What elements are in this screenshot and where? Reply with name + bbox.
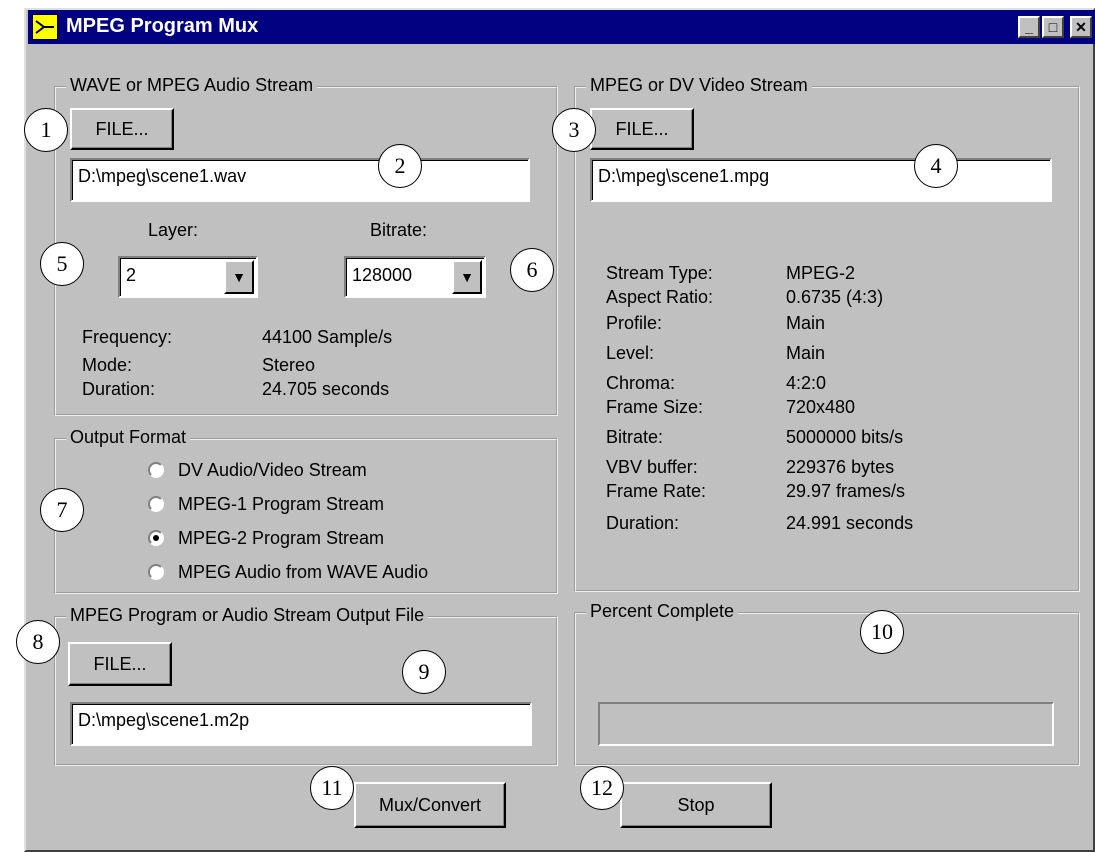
callout-marker: 3 <box>552 108 596 152</box>
video-info-value: MPEG-2 <box>786 263 856 283</box>
close-button[interactable]: ✕ <box>1070 16 1092 38</box>
video-info-label: Profile: <box>606 313 663 333</box>
callout-marker: 9 <box>402 650 446 694</box>
callout-marker: 12 <box>580 766 624 810</box>
radio-selected-dot <box>153 535 159 541</box>
radio-dv-av[interactable] <box>148 462 164 478</box>
app-icon[interactable] <box>32 14 58 40</box>
video-file-button-label: FILE... <box>615 118 669 139</box>
video-info-value: 0.6735 (4:3) <box>786 287 884 307</box>
close-icon: ✕ <box>1075 19 1087 35</box>
layer-label: Layer: <box>148 220 199 240</box>
audio-info-label: Mode: <box>82 355 133 375</box>
callout-marker: 7 <box>40 488 84 532</box>
video-group-legend: MPEG or DV Video Stream <box>586 75 812 96</box>
window-title: MPEG Program Mux <box>66 15 259 37</box>
callout-marker: 1 <box>24 108 68 152</box>
stop-button[interactable]: Stop <box>620 782 772 828</box>
video-info-label: VBV buffer: <box>606 457 698 477</box>
radio-mpeg-audio-label[interactable]: MPEG Audio from WAVE Audio <box>178 562 428 583</box>
video-info-value: 5000000 bits/s <box>786 427 904 447</box>
output-format-legend: Output Format <box>66 427 191 448</box>
radio-mpeg-audio[interactable] <box>148 564 164 580</box>
video-info-value: 229376 bytes <box>786 457 895 477</box>
video-info-value: Main <box>786 313 826 333</box>
radio-mpeg2-ps[interactable] <box>148 530 164 546</box>
video-info-label: Chroma: <box>606 373 676 393</box>
radio-mpeg2-ps-label[interactable]: MPEG-2 Program Stream <box>178 528 384 549</box>
video-info-label: Frame Size: <box>606 397 704 417</box>
audio-file-button[interactable]: FILE... <box>70 108 174 150</box>
audio-info-value: 24.705 seconds <box>262 379 390 399</box>
audio-file-path-input[interactable]: D:\mpeg\scene1.wav <box>70 158 530 202</box>
audio-info-value: 44100 Sample/s <box>262 327 393 347</box>
audio-info-value: Stereo <box>262 355 316 375</box>
video-info-label: Level: <box>606 343 655 363</box>
video-info-value: Main <box>786 343 826 363</box>
video-info-label: Duration: <box>606 513 680 533</box>
progress-bar <box>598 702 1054 746</box>
chevron-down-icon[interactable]: ▼ <box>224 260 254 294</box>
mux-convert-button[interactable]: Mux/Convert <box>354 782 506 828</box>
bitrate-select[interactable]: 128000 ▼ <box>344 256 486 298</box>
radio-dv-av-label[interactable]: DV Audio/Video Stream <box>178 460 367 481</box>
minimize-icon: _ <box>1025 19 1033 35</box>
percent-complete-legend: Percent Complete <box>586 601 739 622</box>
callout-marker: 10 <box>860 610 904 654</box>
mux-convert-label: Mux/Convert <box>378 794 482 815</box>
maximize-icon: □ <box>1048 19 1058 35</box>
output-file-button-label: FILE... <box>93 653 147 674</box>
maximize-button[interactable]: □ <box>1042 16 1064 38</box>
layer-select-value: 2 <box>126 265 137 285</box>
stop-label: Stop <box>677 794 715 815</box>
audio-info-label: Duration: <box>82 379 156 399</box>
video-file-path-input[interactable]: D:\mpeg\scene1.mpg <box>590 158 1052 202</box>
output-file-button[interactable]: FILE... <box>68 642 172 686</box>
chevron-down-icon[interactable]: ▼ <box>452 260 482 294</box>
bitrate-select-value: 128000 <box>352 265 413 285</box>
title-bar[interactable]: MPEG Program Mux _ □ ✕ <box>28 10 1095 44</box>
audio-file-button-label: FILE... <box>95 118 149 139</box>
minimize-button[interactable]: _ <box>1018 16 1040 38</box>
callout-marker: 4 <box>914 144 958 188</box>
callout-marker: 6 <box>510 248 554 292</box>
video-info-label: Aspect Ratio: <box>606 287 714 307</box>
video-info-value: 4:2:0 <box>786 373 827 393</box>
bitrate-label: Bitrate: <box>370 220 428 240</box>
video-file-button[interactable]: FILE... <box>590 108 694 150</box>
video-info-value: 720x480 <box>786 397 856 417</box>
callout-marker: 2 <box>378 144 422 188</box>
callout-marker: 5 <box>40 242 84 286</box>
audio-group-legend: WAVE or MPEG Audio Stream <box>66 75 318 96</box>
video-info-label: Frame Rate: <box>606 481 707 501</box>
output-file-legend: MPEG Program or Audio Stream Output File <box>66 605 429 626</box>
video-info-value: 24.991 seconds <box>786 513 914 533</box>
radio-mpeg1-ps[interactable] <box>148 496 164 512</box>
audio-info-label: Frequency: <box>82 327 173 347</box>
video-info-label: Stream Type: <box>606 263 713 283</box>
layer-select[interactable]: 2 ▼ <box>118 256 258 298</box>
callout-marker: 8 <box>16 620 60 664</box>
callout-marker: 11 <box>310 766 354 810</box>
video-info-label: Bitrate: <box>606 427 664 447</box>
radio-mpeg1-ps-label[interactable]: MPEG-1 Program Stream <box>178 494 384 515</box>
video-info-value: 29.97 frames/s <box>786 481 906 501</box>
output-file-path-input[interactable]: D:\mpeg\scene1.m2p <box>70 702 532 746</box>
